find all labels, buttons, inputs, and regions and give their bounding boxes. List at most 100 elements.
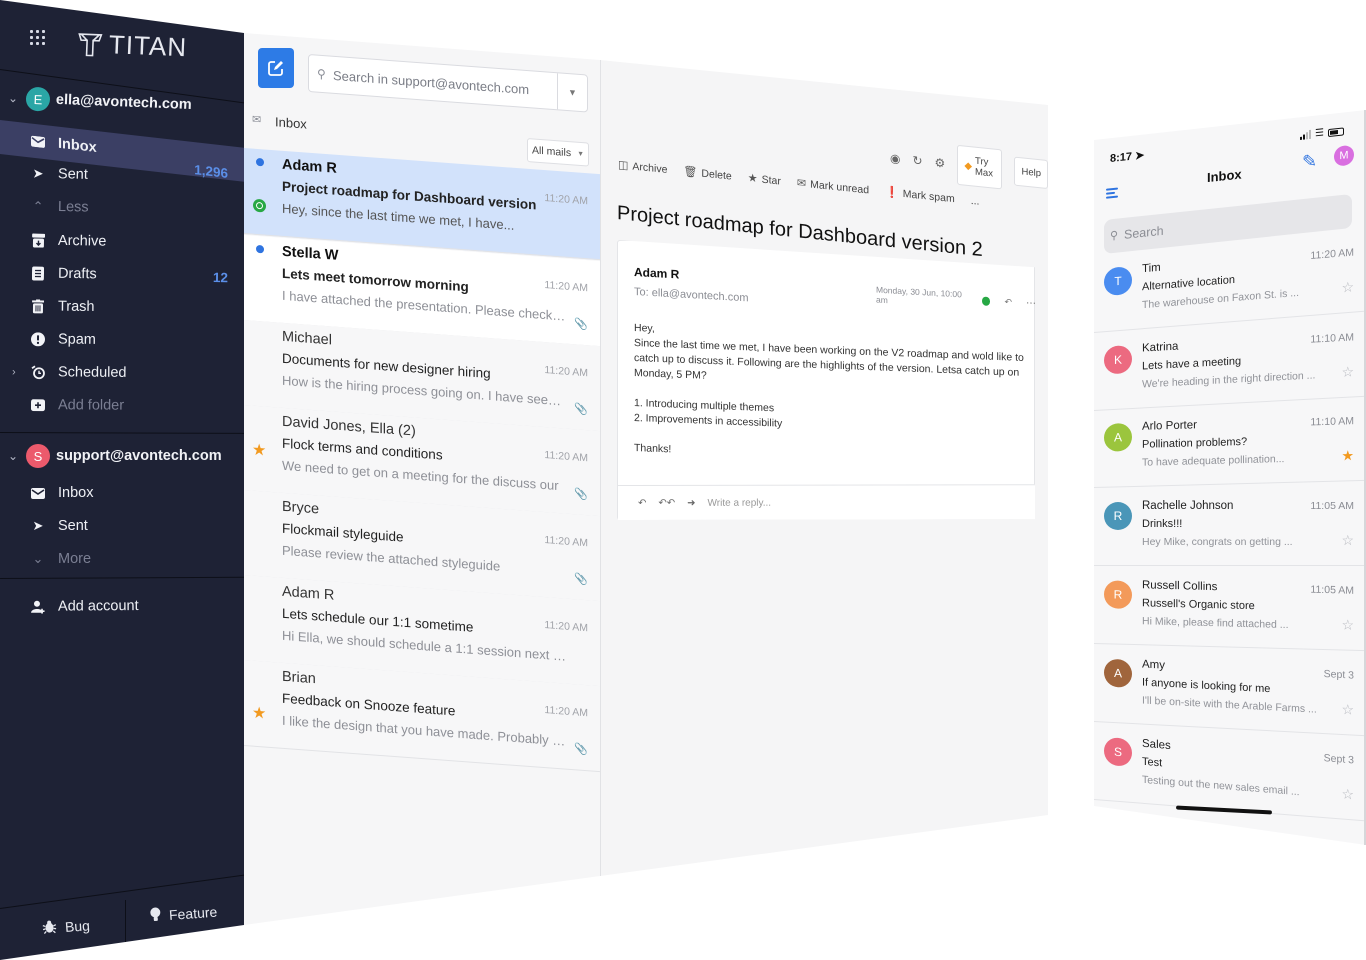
star-icon[interactable]: ☆ — [1341, 701, 1354, 719]
mail-sender: Sales — [1142, 737, 1171, 753]
sidebar-item-scheduled[interactable]: › Scheduled — [0, 357, 244, 389]
archive-button[interactable]: ◫ Archive — [618, 158, 667, 176]
filter-label: All mails — [531, 144, 572, 160]
sidebar-item-label: Spam — [57, 331, 96, 348]
mail-preview: Testing out the new sales email ... — [1142, 773, 1300, 799]
message-body: Hey, Since the last time we met, I have … — [634, 321, 1024, 471]
account-header-support[interactable]: ⌄ S support@avontech.com — [8, 444, 222, 468]
add-user-icon — [30, 599, 46, 615]
apps-grid-icon[interactable] — [30, 30, 46, 46]
mobile-mail-item[interactable]: R Rachelle Johnson Drinks!!! Hey Mike, cong… — [1094, 488, 1366, 566]
sent-icon: ➤ — [32, 165, 44, 181]
reply-icon[interactable]: ↶ — [638, 498, 646, 509]
reply-icon[interactable]: ↶ — [1004, 296, 1012, 307]
mail-time: 11:10 AM — [1310, 415, 1354, 429]
mobile-mail-item[interactable]: A Amy If anyone is looking for me I'll be o… — [1094, 644, 1366, 737]
avatar-initial: R — [1113, 509, 1123, 523]
mail-preview: Hi Ella, we should schedule a 1:1 sessio… — [282, 627, 567, 664]
avatar-initial: S — [1113, 744, 1122, 760]
forward-icon[interactable]: ➜ — [687, 498, 695, 509]
mobile-mail-item[interactable]: R Russell Collins Russell's Organic store H… — [1094, 566, 1366, 652]
star-icon[interactable]: ☆ — [1341, 279, 1354, 297]
request-feature-button[interactable]: Feature — [149, 903, 218, 926]
add-account-button[interactable]: Add account — [0, 590, 244, 622]
menu-icon[interactable] — [1106, 187, 1118, 199]
star-icon[interactable]: ★ — [252, 440, 266, 461]
avatar-initial: M — [1339, 149, 1349, 163]
mail-time: 11:20 AM — [544, 364, 588, 380]
sidebar-item-label: Archive — [57, 232, 107, 250]
star-button[interactable]: ★ Star — [748, 171, 781, 187]
star-icon[interactable]: ☆ — [1341, 785, 1354, 803]
header-actions: ◉ ↻ ⚙ ◆ Try Max Help — [890, 138, 1048, 194]
more-actions-button[interactable]: ... — [971, 194, 980, 207]
sidebar-item-sent[interactable]: ➤ Sent — [0, 158, 244, 193]
message-date: Monday, 30 Jun, 10:00 am — [876, 284, 962, 306]
avatar: S — [26, 444, 50, 468]
search-input[interactable]: ⚲ Search in support@avontech.com ▼ — [308, 54, 588, 113]
mail-time: 11:20 AM — [544, 192, 588, 208]
more-icon[interactable]: ⋯ — [1026, 297, 1036, 309]
message-card: Adam R To: ella@avontech.com Monday, 30 … — [617, 239, 1035, 520]
account-email: support@avontech.com — [56, 448, 222, 464]
sidebar-item-spam[interactable]: Spam — [0, 324, 244, 356]
help-button[interactable]: Help — [1014, 156, 1048, 189]
avatar-initial: T — [1114, 273, 1122, 289]
avatar: K — [1104, 345, 1132, 375]
compose-icon[interactable]: ✎ — [1302, 151, 1317, 174]
mobile-app: 8:17 ➤ ☰ Inbox ✎ M ⚲ Search T Tim Alternat… — [1094, 110, 1366, 845]
snooze-icon[interactable] — [982, 296, 990, 305]
chevron-down-icon[interactable]: ⌄ — [8, 449, 20, 463]
mobile-mail-item[interactable]: A Arlo Porter Pollination problems? To have… — [1094, 402, 1366, 488]
trash-icon: 🗑 — [683, 165, 698, 180]
sidebar-item-label: Trash — [57, 298, 95, 315]
sidebar-item-support-inbox[interactable]: Inbox — [0, 478, 244, 508]
avatar: S — [1104, 736, 1132, 767]
refresh-icon[interactable]: ↻ — [912, 153, 922, 168]
search-options-dropdown[interactable]: ▼ — [557, 73, 587, 112]
sidebar-item-support-sent[interactable]: ➤ Sent — [0, 511, 244, 541]
sidebar-item-trash[interactable]: Trash — [0, 291, 244, 324]
avatar: T — [1104, 266, 1132, 297]
star-icon[interactable]: ★ — [1341, 447, 1354, 464]
unread-dot-icon — [256, 244, 264, 254]
mobile-mail-item[interactable]: S Sales Test Testing out the new sales emai… — [1094, 722, 1366, 822]
settings-gear-icon[interactable]: ⚙ — [935, 156, 946, 171]
chevron-right-icon[interactable]: › — [12, 366, 16, 378]
compose-icon — [268, 61, 283, 76]
mobile-title: Inbox — [1207, 166, 1242, 186]
delete-button[interactable]: 🗑 Delete — [683, 165, 731, 183]
mail-sender: Bryce — [282, 498, 320, 518]
drafts-count: 12 — [212, 269, 229, 286]
status-icon[interactable]: ◉ — [890, 151, 900, 166]
chevron-down-icon[interactable]: ⌄ — [8, 91, 21, 105]
star-icon[interactable]: ☆ — [1341, 363, 1354, 381]
mark-unread-button[interactable]: ✉ Mark unread — [797, 176, 869, 196]
snooze-icon[interactable] — [253, 198, 266, 213]
location-arrow-icon: ➤ — [1135, 149, 1145, 163]
sidebar-item-add-folder[interactable]: Add folder — [0, 390, 244, 421]
reply-all-icon[interactable]: ↶↶ — [658, 498, 675, 509]
sidebar-item-less[interactable]: ⌃ Less — [0, 191, 244, 225]
try-max-button[interactable]: ◆ Try Max — [957, 144, 1003, 190]
archive-icon: ◫ — [618, 159, 629, 173]
avatar[interactable]: M — [1334, 144, 1354, 167]
sidebar-item-archive[interactable]: Archive — [0, 225, 244, 259]
reply-input[interactable]: Write a reply... — [708, 498, 772, 509]
report-bug-button[interactable]: Bug — [41, 916, 90, 937]
mail-time: 11:20 AM — [544, 279, 588, 295]
star-icon[interactable]: ☆ — [1341, 616, 1354, 633]
star-icon[interactable]: ★ — [252, 703, 266, 724]
mark-spam-button[interactable]: ❗ Mark spam — [885, 185, 955, 205]
spam-icon: ❗ — [885, 186, 899, 200]
filter-dropdown[interactable]: All mails ▼ — [527, 138, 589, 167]
sidebar: TITAN ⌄ E ella@avontech.com Inbox 1,296 … — [0, 0, 244, 960]
mail-time: 11:20 AM — [1310, 246, 1354, 262]
mail-subject: Alternative location — [1142, 273, 1235, 294]
star-icon[interactable]: ☆ — [1341, 532, 1354, 549]
mobile-mail-item[interactable]: K Katrina Lets have a meeting We're heading… — [1094, 318, 1366, 411]
sidebar-item-more[interactable]: ⌄ More — [0, 544, 244, 574]
sidebar-item-drafts[interactable]: Drafts 12 — [0, 258, 244, 291]
compose-button[interactable] — [258, 48, 294, 88]
attachment-icon: 📎 — [574, 573, 588, 587]
